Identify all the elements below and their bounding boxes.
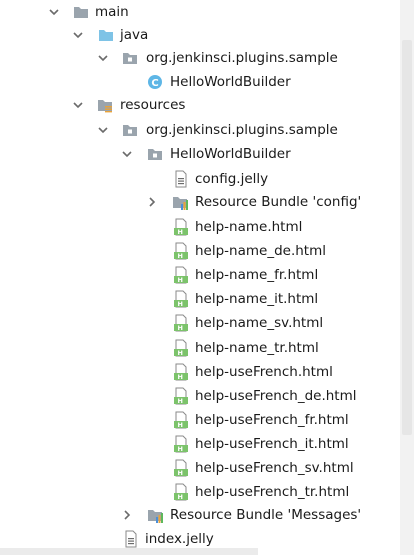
- tree-node-label: help-useFrench.html: [195, 364, 333, 380]
- tree-node-label: index.jelly: [145, 531, 214, 547]
- tree-node-label: help-useFrench_it.html: [195, 436, 349, 452]
- tree-node-help-file[interactable]: Hhelp-name_sv.html: [0, 311, 400, 335]
- tree-node-label: HelloWorldBuilder: [170, 146, 291, 162]
- svg-text:H: H: [178, 373, 183, 381]
- tree-node-label: help-name_fr.html: [195, 267, 319, 283]
- tree-node-label: help-name_it.html: [195, 291, 319, 307]
- svg-text:H: H: [178, 469, 183, 477]
- tree-node-label: help-name_tr.html: [195, 340, 319, 356]
- chevron-down-icon[interactable]: [72, 99, 84, 111]
- svg-text:H: H: [178, 445, 183, 453]
- tree-node-help-file[interactable]: Hhelp-useFrench_de.html: [0, 384, 400, 408]
- chevron-down-icon[interactable]: [97, 124, 109, 136]
- package-icon: [147, 145, 163, 163]
- tree-node-res-folder[interactable]: HelloWorldBuilder: [0, 142, 400, 166]
- tree-node-res-package[interactable]: org.jenkinsci.plugins.sample: [0, 118, 400, 142]
- tree-node-main[interactable]: main: [0, 0, 400, 24]
- tree-node-help-file[interactable]: Hhelp-useFrench_tr.html: [0, 480, 400, 504]
- tree-node-label: help-name_de.html: [195, 243, 327, 259]
- svg-text:H: H: [178, 349, 183, 357]
- resource-bundle-icon: [147, 506, 163, 524]
- svg-text:H: H: [178, 324, 183, 332]
- svg-text:H: H: [178, 493, 183, 501]
- html-file-icon: H: [173, 435, 189, 453]
- tree-node-label: help-useFrench_de.html: [195, 388, 357, 404]
- tree-node-java[interactable]: java: [0, 23, 400, 47]
- tree-node-help-file[interactable]: Hhelp-name_fr.html: [0, 263, 400, 287]
- tree-node-label: help-useFrench_fr.html: [195, 412, 349, 428]
- html-file-icon: H: [173, 363, 189, 381]
- tree-node-label: main: [95, 4, 129, 20]
- text-file-icon: [173, 170, 189, 188]
- tree-node-label: help-name_sv.html: [195, 315, 324, 331]
- chevron-down-icon[interactable]: [97, 52, 109, 64]
- html-file-icon: H: [173, 411, 189, 429]
- tree-node-label: java: [120, 27, 149, 43]
- tree-node-config-jelly[interactable]: config.jelly: [0, 167, 400, 191]
- source-folder-icon: [98, 26, 114, 44]
- resources-folder-icon: [97, 96, 113, 114]
- svg-text:C: C: [151, 78, 158, 89]
- tree-node-help-file[interactable]: Hhelp-useFrench.html: [0, 360, 400, 384]
- html-file-icon: H: [173, 387, 189, 405]
- tree-node-help-file[interactable]: Hhelp-name_de.html: [0, 239, 400, 263]
- tree-node-java-package[interactable]: org.jenkinsci.plugins.sample: [0, 46, 400, 70]
- svg-text:H: H: [178, 252, 183, 260]
- chevron-down-icon[interactable]: [72, 29, 84, 41]
- project-tree: main java org.jenkinsci.plugins.sample C…: [0, 0, 400, 555]
- tree-node-label: config.jelly: [195, 171, 269, 187]
- class-icon: C: [147, 73, 163, 91]
- html-file-icon: H: [173, 314, 189, 332]
- tree-node-resources[interactable]: resources: [0, 93, 400, 117]
- tree-node-label: help-useFrench_tr.html: [195, 484, 350, 500]
- package-icon: [122, 49, 138, 67]
- tree-node-label: HelloWorldBuilder: [170, 74, 291, 90]
- chevron-right-icon[interactable]: [121, 509, 133, 521]
- tree-node-help-file[interactable]: Hhelp-useFrench_fr.html: [0, 408, 400, 432]
- tree-node-help-file[interactable]: Hhelp-useFrench_it.html: [0, 432, 400, 456]
- html-file-icon: H: [173, 339, 189, 357]
- tree-node-help-file[interactable]: Hhelp-name_it.html: [0, 287, 400, 311]
- tree-node-label: Resource Bundle 'config': [195, 194, 362, 210]
- tree-node-label: org.jenkinsci.plugins.sample: [146, 50, 338, 66]
- horizontal-scrollbar[interactable]: [0, 548, 258, 555]
- tree-node-help-file[interactable]: Hhelp-useFrench_sv.html: [0, 456, 400, 480]
- tree-node-bundle-messages[interactable]: Resource Bundle 'Messages': [0, 503, 400, 527]
- svg-text:H: H: [178, 228, 183, 236]
- scrollbar-thumb[interactable]: [402, 40, 412, 435]
- html-file-icon: H: [173, 266, 189, 284]
- tree-node-label: resources: [120, 97, 186, 113]
- tree-node-label: help-useFrench_sv.html: [195, 460, 354, 476]
- resource-bundle-icon: [172, 193, 188, 211]
- tree-node-help-file[interactable]: Hhelp-name_tr.html: [0, 336, 400, 360]
- package-icon: [122, 121, 138, 139]
- folder-icon: [73, 3, 89, 21]
- tree-node-label: help-name.html: [195, 219, 303, 235]
- tree-node-java-class[interactable]: C HelloWorldBuilder: [0, 70, 400, 94]
- html-file-icon: H: [173, 218, 189, 236]
- html-file-icon: H: [173, 242, 189, 260]
- svg-text:H: H: [178, 421, 183, 429]
- svg-text:H: H: [178, 397, 183, 405]
- chevron-right-icon[interactable]: [146, 196, 158, 208]
- svg-text:H: H: [178, 300, 183, 308]
- html-file-icon: H: [173, 290, 189, 308]
- chevron-down-icon[interactable]: [121, 148, 133, 160]
- tree-node-bundle-config[interactable]: Resource Bundle 'config': [0, 190, 400, 214]
- tree-node-label: org.jenkinsci.plugins.sample: [146, 122, 338, 138]
- vertical-scrollbar[interactable]: [400, 0, 414, 555]
- tree-node-help-file[interactable]: Hhelp-name.html: [0, 215, 400, 239]
- html-file-icon: H: [173, 459, 189, 477]
- text-file-icon: [123, 530, 139, 548]
- chevron-down-icon[interactable]: [48, 6, 60, 18]
- svg-text:H: H: [178, 276, 183, 284]
- tree-node-label: Resource Bundle 'Messages': [170, 507, 362, 523]
- html-file-icon: H: [173, 483, 189, 501]
